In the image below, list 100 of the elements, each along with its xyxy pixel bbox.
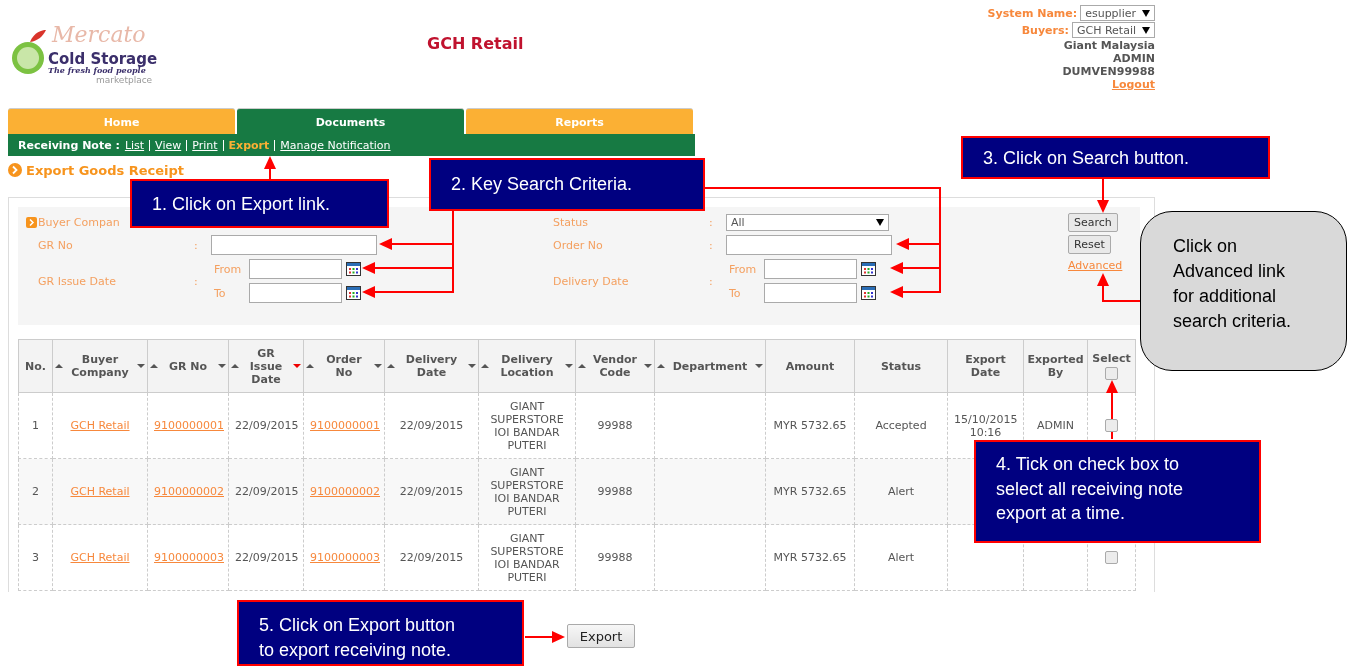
dropdown[interactable]: esupplier [1080,5,1155,21]
instruction-callout: 4. Tick on check box to select all receiving note export at a time. [974,440,1261,543]
subnav-link[interactable]: Manage Notification [280,138,391,152]
site-title: GCH Retail [427,34,524,54]
date-field[interactable] [249,259,342,279]
column-label: Select [1092,352,1131,365]
column-label: Department [671,359,749,373]
table-cell: MYR 5732.65 [765,458,855,525]
colon-label: : [709,215,714,229]
caret-icon [1142,26,1150,34]
sort-up-icon[interactable] [231,364,239,368]
subnav-label: Receiving Note : [18,138,120,152]
table-cell: 22/09/2015 [228,524,304,591]
subnav-link[interactable]: List [124,138,145,152]
page-title: Export Goods Receipt [26,162,185,178]
column-label: GR No [167,359,209,373]
table-cell: 22/09/2015 [384,392,479,459]
sort-up-icon[interactable] [387,364,395,368]
table-cell: 22/09/2015 [384,524,479,591]
calendar-icon[interactable] [861,262,876,276]
calendar-icon[interactable] [346,262,361,276]
instruction-callout: 2. Key Search Criteria. [429,158,705,211]
table-cell: 1 [18,392,53,459]
arrow [524,631,565,643]
colon-label: : [194,238,199,252]
sort-up-icon[interactable] [55,364,63,368]
form-button[interactable]: Search [1068,213,1118,232]
sort-up-icon[interactable] [306,364,314,368]
subnav-link[interactable]: Print [192,138,218,152]
column-header[interactable]: GR Issue Date [228,339,304,393]
table-cell: 22/09/2015 [228,392,304,459]
colon-label: : [709,274,714,288]
subnav-link[interactable]: Export [228,138,270,152]
speech-bubble: Click on Advanced link for additional search criteria. [1140,211,1347,371]
table-cell: 22/09/2015 [228,458,304,525]
caret-icon [876,218,884,226]
sort-up-icon[interactable] [578,364,586,368]
export-button[interactable]: Export [567,624,635,648]
text-field[interactable] [726,235,892,255]
column-label: Vendor Code [591,353,639,379]
column-label: Buyer Company [70,353,130,379]
arrow [1097,178,1109,213]
instruction-callout: 5. Click on Export button to export receiving note. [237,600,524,666]
date-field[interactable] [764,283,857,303]
table-cell: GIANT SUPERSTORE IOI BANDAR PUTERI [478,524,576,591]
range-label: From [729,262,758,276]
table-cell: 2 [18,458,53,525]
arrow [890,262,941,274]
table-cell: Alert [854,458,948,525]
column-label: Order No [325,353,363,379]
user-info-text: ADMIN [1113,52,1155,65]
column-header[interactable]: Order No [303,339,385,393]
calendar-icon[interactable] [861,286,876,300]
logo-script-text: Mercato [52,22,146,47]
column-label: Amount [784,359,836,373]
date-field[interactable] [249,283,342,303]
column-header[interactable]: Delivery Location [478,339,576,393]
field-label: Status [553,215,590,229]
nav-tab[interactable]: Documents [237,108,464,134]
range-label: To [729,286,742,300]
column-label: Delivery Date [404,353,459,379]
user-info-text: DUMVEN99988 [1062,65,1155,78]
dropdown[interactable]: GCH Retail [1071,22,1155,38]
form-button[interactable]: Reset [1068,235,1111,254]
sort-up-icon[interactable] [657,364,665,368]
date-field[interactable] [764,259,857,279]
row-checkbox[interactable] [1105,551,1118,565]
sort-up-icon[interactable] [150,364,158,368]
arrow [1106,380,1118,440]
column-header[interactable]: Department [654,339,766,393]
row-checkbox[interactable] [1105,419,1118,433]
table-cell: 3 [18,524,53,591]
table-cell: Alert [854,524,948,591]
table-cell: 99988 [575,524,655,591]
column-label: Status [879,359,923,373]
column-header[interactable]: Buyer Company [52,339,148,393]
column-label: GR Issue Date [248,346,284,386]
column-header[interactable]: Vendor Code [575,339,655,393]
table-cell: MYR 5732.65 [765,392,855,459]
colon-label: : [194,274,199,288]
user-info-text: Giant Malaysia [1063,39,1155,52]
table-cell: Accepted [854,392,948,459]
column-header[interactable]: GR No [147,339,229,393]
calendar-icon[interactable] [346,286,361,300]
arrow [890,286,941,298]
instruction-callout: 1. Click on Export link. [130,179,389,228]
table-cell: 99988 [575,392,655,459]
sort-up-icon[interactable] [481,364,489,368]
text-field[interactable] [211,235,377,255]
subnav-link[interactable]: View [155,138,182,152]
column-label: Export Date [964,353,1007,379]
dropdown[interactable]: All [726,213,889,231]
table-cell: 22/09/2015 [384,458,479,525]
field-label: GR No [38,238,74,252]
column-label: Delivery Location [499,353,555,379]
table-cell: MYR 5732.65 [765,524,855,591]
table-cell: GIANT SUPERSTORE IOI BANDAR PUTERI [478,392,576,459]
range-label: To [214,286,227,300]
select-all-checkbox[interactable] [1105,367,1118,380]
column-header[interactable]: Delivery Date [384,339,479,393]
